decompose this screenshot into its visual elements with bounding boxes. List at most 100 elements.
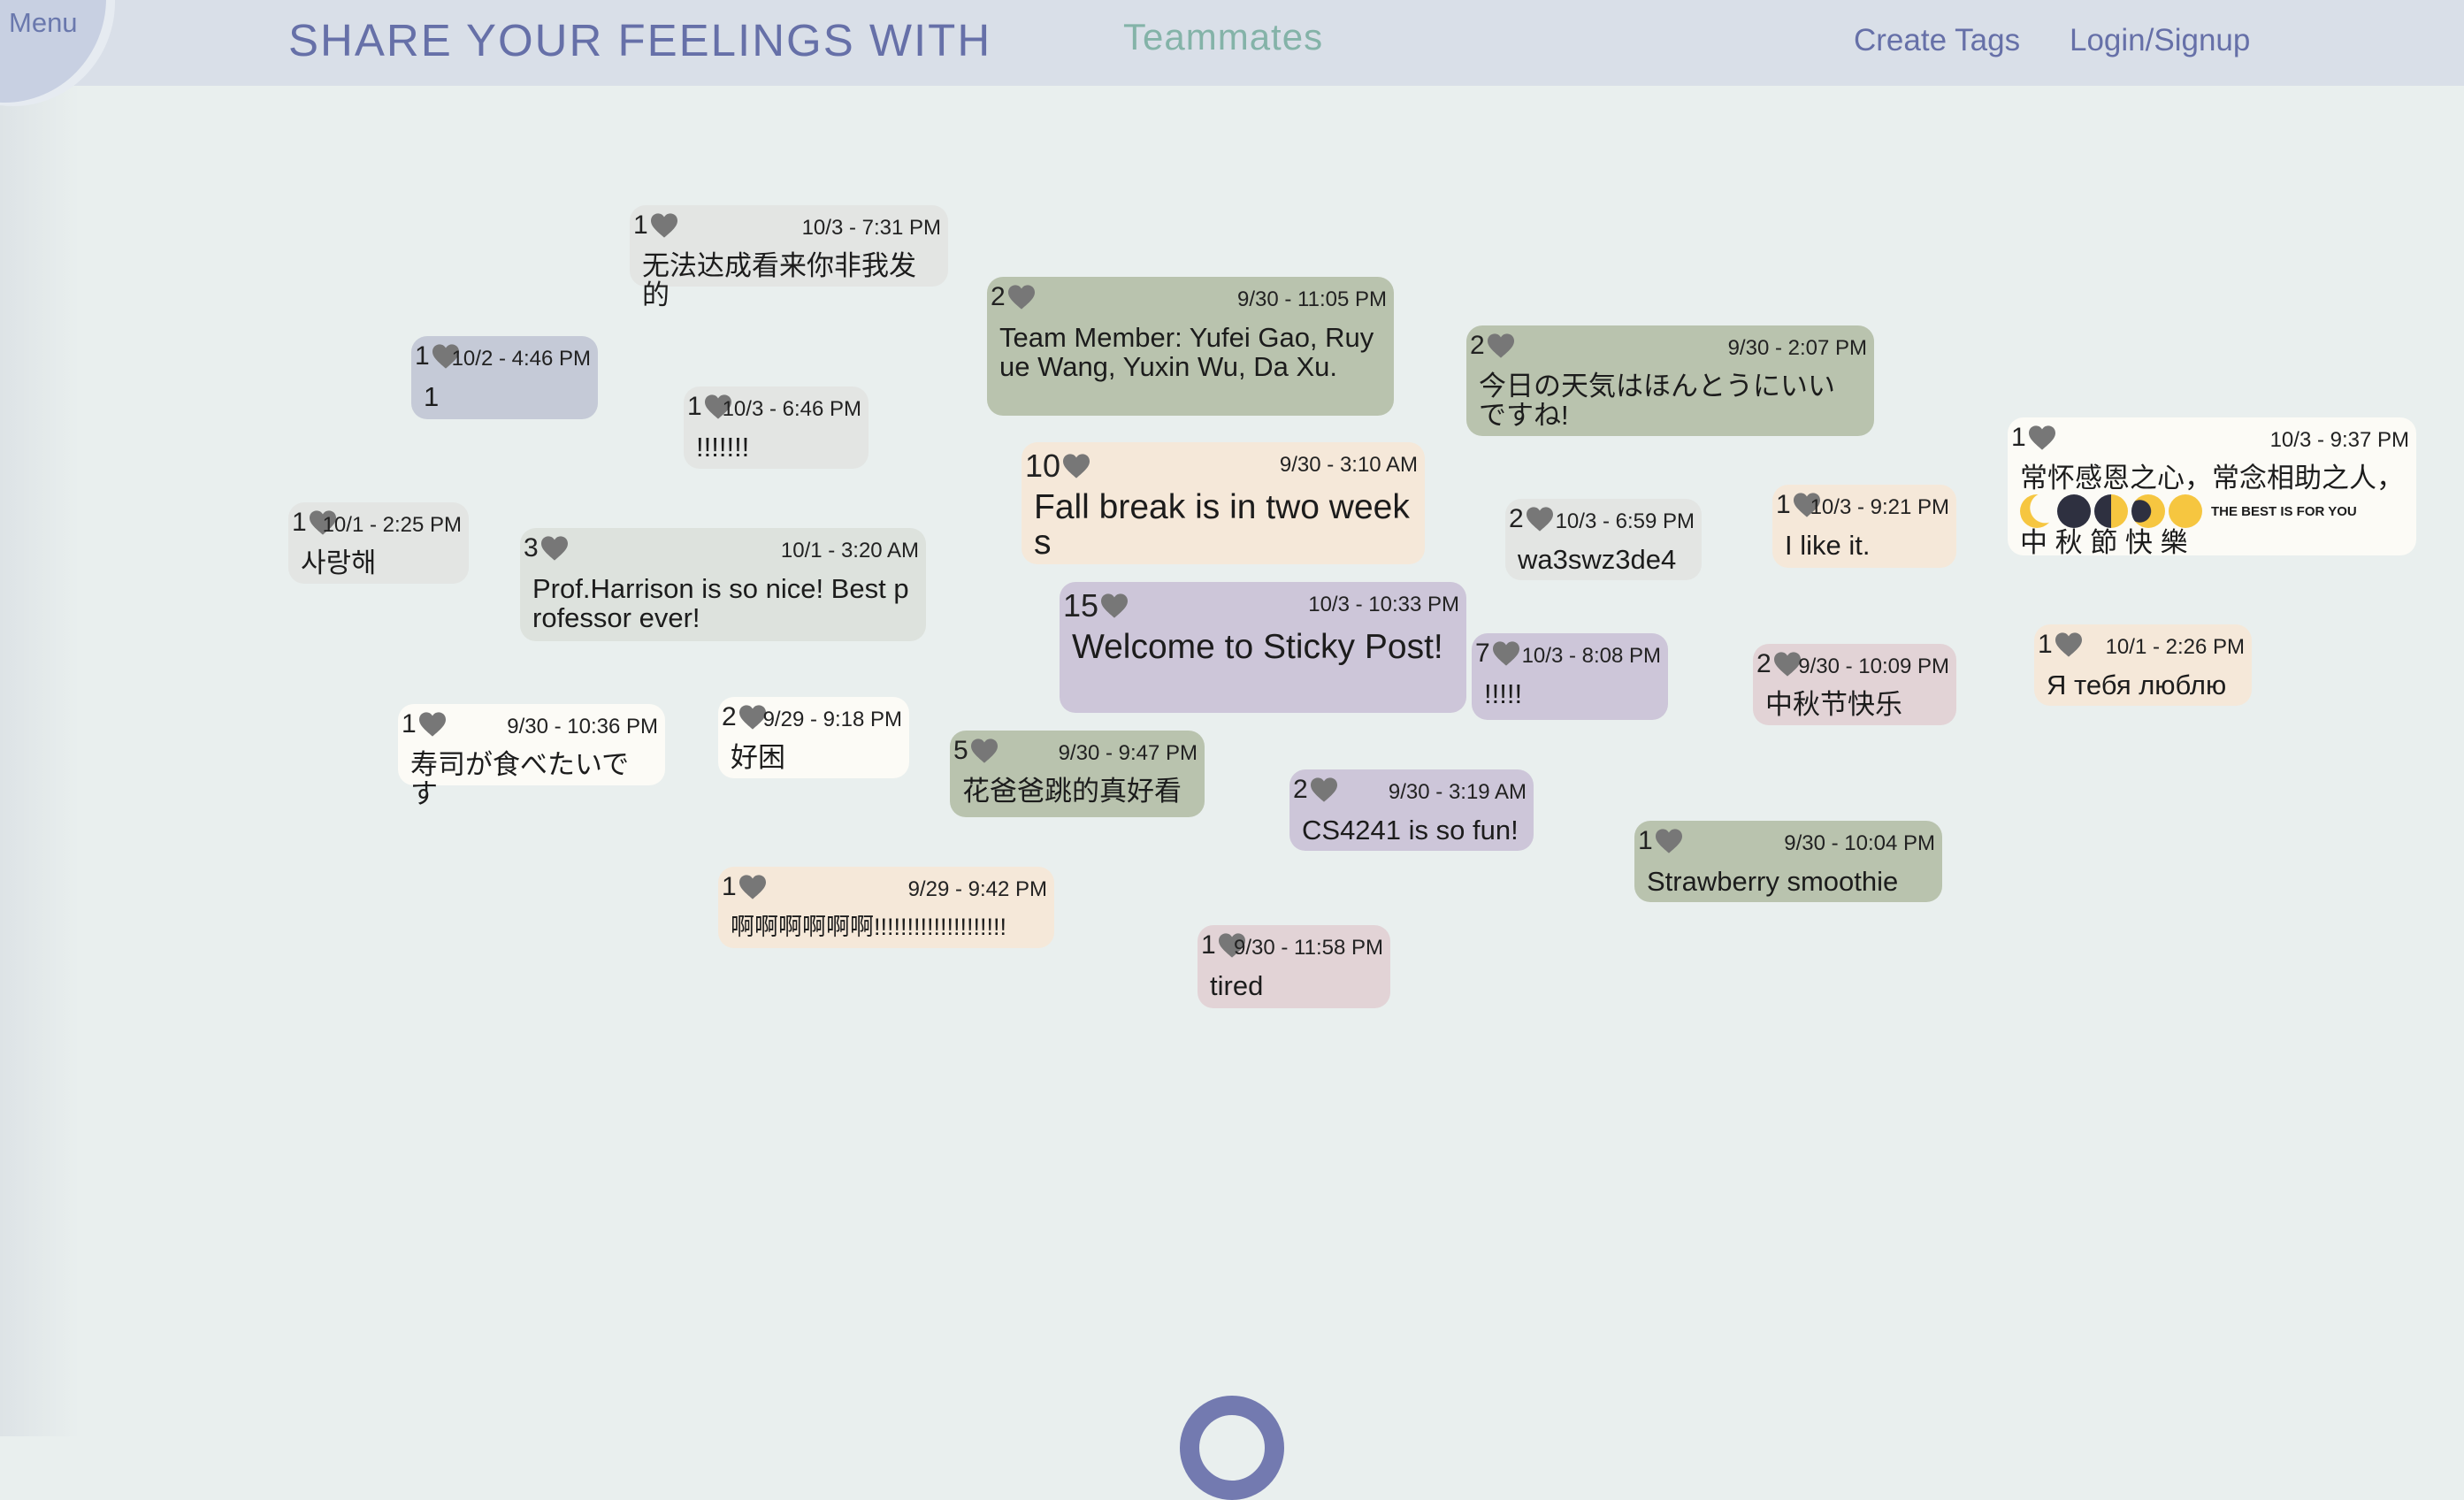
left-shade: [0, 0, 80, 1436]
note-text: 1: [424, 381, 440, 412]
note-text: I like it.: [1785, 530, 1871, 561]
note-text: Prof.Harrison is so nice! Best professor…: [532, 573, 909, 633]
heart-icon[interactable]: [738, 874, 768, 900]
like-count[interactable]: 2: [1509, 504, 1555, 534]
heart-icon[interactable]: [1061, 453, 1091, 479]
note-timestamp: 10/3 - 7:31 PM: [801, 216, 941, 240]
note-text: Welcome to Sticky Post!: [1072, 628, 1443, 666]
heart-icon[interactable]: [1006, 284, 1037, 310]
sticky-note[interactable]: 1 10/1 - 2:25 PM 사랑해: [288, 502, 469, 584]
heart-icon[interactable]: [1486, 333, 1516, 359]
sticky-note[interactable]: 2 9/30 - 3:19 AM CS4241 is so fun!: [1289, 769, 1534, 851]
like-count[interactable]: 2: [1293, 775, 1339, 805]
note-timestamp: 10/1 - 2:25 PM: [322, 513, 462, 537]
heart-icon[interactable]: [417, 711, 448, 738]
like-count[interactable]: 2: [722, 702, 768, 732]
note-text-small: THE BEST IS FOR YOU: [2211, 503, 2357, 519]
like-count[interactable]: 1: [722, 872, 768, 902]
note-text: 好困: [731, 742, 785, 773]
like-count[interactable]: 7: [1475, 639, 1521, 669]
note-text: !!!!!: [1484, 678, 1523, 709]
note-text: tired: [1210, 970, 1264, 1001]
like-count[interactable]: 1: [402, 709, 448, 739]
sticky-note[interactable]: 1 10/1 - 2:26 PM Я тебя люблю: [2034, 624, 2252, 706]
heart-icon[interactable]: [1525, 506, 1555, 532]
like-count[interactable]: 2: [1756, 649, 1802, 679]
note-text: 花爸爸跳的真好看: [962, 776, 1182, 807]
like-count[interactable]: 5: [953, 736, 999, 766]
sticky-note[interactable]: 10 9/30 - 3:10 AM Fall break is in two w…: [1022, 442, 1425, 564]
note-timestamp: 9/29 - 9:18 PM: [762, 708, 902, 731]
like-count[interactable]: 3: [524, 533, 570, 563]
note-timestamp: 10/3 - 9:21 PM: [1810, 495, 1949, 519]
menu-button[interactable]: Menu: [9, 7, 78, 39]
sticky-note[interactable]: 2 9/30 - 11:05 PM Team Member: Yufei Gao…: [987, 277, 1394, 416]
sticky-note[interactable]: 5 9/30 - 9:47 PM 花爸爸跳的真好看: [950, 731, 1205, 817]
heart-icon[interactable]: [649, 212, 679, 239]
note-text: Strawberry smoothie: [1647, 866, 1899, 897]
note-timestamp: 9/30 - 10:04 PM: [1784, 831, 1935, 855]
note-text: Fall break is in two weeks: [1034, 488, 1410, 562]
note-timestamp: 9/30 - 11:05 PM: [1237, 287, 1387, 311]
note-timestamp: 10/3 - 6:59 PM: [1555, 509, 1695, 533]
sticky-note[interactable]: 1 10/3 - 9:21 PM I like it.: [1772, 485, 1956, 568]
sticky-note[interactable]: 2 9/30 - 10:09 PM 中秋节快乐: [1753, 644, 1956, 725]
half-moon-icon: [2094, 494, 2128, 528]
note-timestamp: 9/30 - 3:19 AM: [1388, 780, 1527, 804]
page-title-highlight: Teammates: [1123, 16, 1324, 57]
note-text: 啊啊啊啊啊啊!!!!!!!!!!!!!!!!!!!!: [731, 914, 1007, 940]
sticky-note[interactable]: 3 10/1 - 3:20 AM Prof.Harrison is so nic…: [520, 528, 926, 641]
like-count[interactable]: 1: [1638, 826, 1684, 856]
sticky-note[interactable]: 1 10/3 - 9:37 PM 常怀感恩之心，常念相助之人， THE BEST…: [2008, 417, 2416, 557]
sticky-note[interactable]: 2 9/30 - 2:07 PM 今日の天気はほんとうにいいですね!: [1466, 325, 1874, 436]
like-count[interactable]: 2: [991, 282, 1037, 312]
page-title: SHARE YOUR FEELINGS WITH: [288, 15, 992, 65]
add-note-button[interactable]: [1180, 1396, 1284, 1500]
note-timestamp: 10/1 - 3:20 AM: [780, 539, 919, 562]
create-tags-link[interactable]: Create Tags: [1854, 23, 2020, 58]
sticky-note[interactable]: 1 9/30 - 10:04 PM Strawberry smoothie: [1634, 821, 1942, 902]
note-text: Team Member: Yufei Gao, Ruyue Wang, Yuxi…: [999, 322, 1374, 382]
sticky-note[interactable]: 1 10/2 - 4:46 PM 1: [411, 336, 598, 419]
sticky-note[interactable]: 1 9/30 - 11:58 PM tired: [1198, 925, 1390, 1008]
sticky-note[interactable]: 1 10/3 - 7:31 PM 无法达成看来你非我发的: [630, 205, 948, 310]
sticky-note[interactable]: 1 9/29 - 9:42 PM 啊啊啊啊啊啊!!!!!!!!!!!!!!!!!…: [718, 867, 1054, 948]
like-count[interactable]: 1: [2038, 630, 2084, 660]
crescent-moon-icon: [2020, 494, 2054, 528]
note-timestamp: 10/1 - 2:26 PM: [2105, 635, 2245, 659]
like-count[interactable]: 15: [1063, 587, 1129, 624]
heart-icon[interactable]: [1491, 640, 1521, 667]
sticky-note[interactable]: 1 9/30 - 10:36 PM 寿司が食べたいです: [398, 704, 665, 808]
heart-icon[interactable]: [2054, 631, 2084, 658]
note-timestamp: 9/30 - 10:36 PM: [507, 715, 658, 739]
like-count[interactable]: 2: [1470, 331, 1516, 361]
heart-icon[interactable]: [1654, 828, 1684, 854]
heart-icon[interactable]: [539, 535, 570, 562]
heart-icon[interactable]: [1099, 593, 1129, 619]
note-timestamp: 9/29 - 9:42 PM: [907, 877, 1047, 901]
note-timestamp: 10/3 - 8:08 PM: [1521, 644, 1661, 668]
sticky-note[interactable]: 1 10/3 - 6:46 PM !!!!!!!: [684, 386, 869, 469]
sticky-note[interactable]: 2 9/29 - 9:18 PM 好困: [718, 697, 909, 778]
heart-icon[interactable]: [969, 738, 999, 764]
note-text: wa3swz3de4: [1518, 544, 1677, 575]
gibbous-moon-icon: [2131, 494, 2165, 528]
note-timestamp: 9/30 - 11:58 PM: [1234, 936, 1383, 960]
moon-phase-row: THE BEST IS FOR YOU: [2020, 494, 2404, 528]
like-count[interactable]: 1: [633, 210, 679, 241]
like-count[interactable]: 10: [1025, 448, 1091, 485]
note-timestamp: 10/2 - 4:46 PM: [451, 347, 591, 371]
note-timestamp: 10/3 - 9:37 PM: [2269, 428, 2409, 452]
new-moon-icon: [2057, 494, 2091, 528]
like-count[interactable]: 1: [2011, 423, 2057, 453]
note-text: !!!!!!!: [696, 432, 750, 463]
note-timestamp: 10/3 - 6:46 PM: [722, 397, 861, 421]
note-timestamp: 10/3 - 10:33 PM: [1308, 593, 1459, 616]
sticky-note[interactable]: 15 10/3 - 10:33 PM Welcome to Sticky Pos…: [1060, 582, 1466, 713]
heart-icon[interactable]: [2027, 425, 2057, 451]
login-signup-link[interactable]: Login/Signup: [2070, 23, 2250, 58]
note-text: 常怀感恩之心，常念相助之人， THE BEST IS FOR YOU 中 秋 節…: [2020, 463, 2404, 557]
sticky-note[interactable]: 7 10/3 - 8:08 PM !!!!!: [1472, 633, 1668, 720]
sticky-note[interactable]: 2 10/3 - 6:59 PM wa3swz3de4: [1505, 499, 1702, 580]
heart-icon[interactable]: [1309, 777, 1339, 803]
